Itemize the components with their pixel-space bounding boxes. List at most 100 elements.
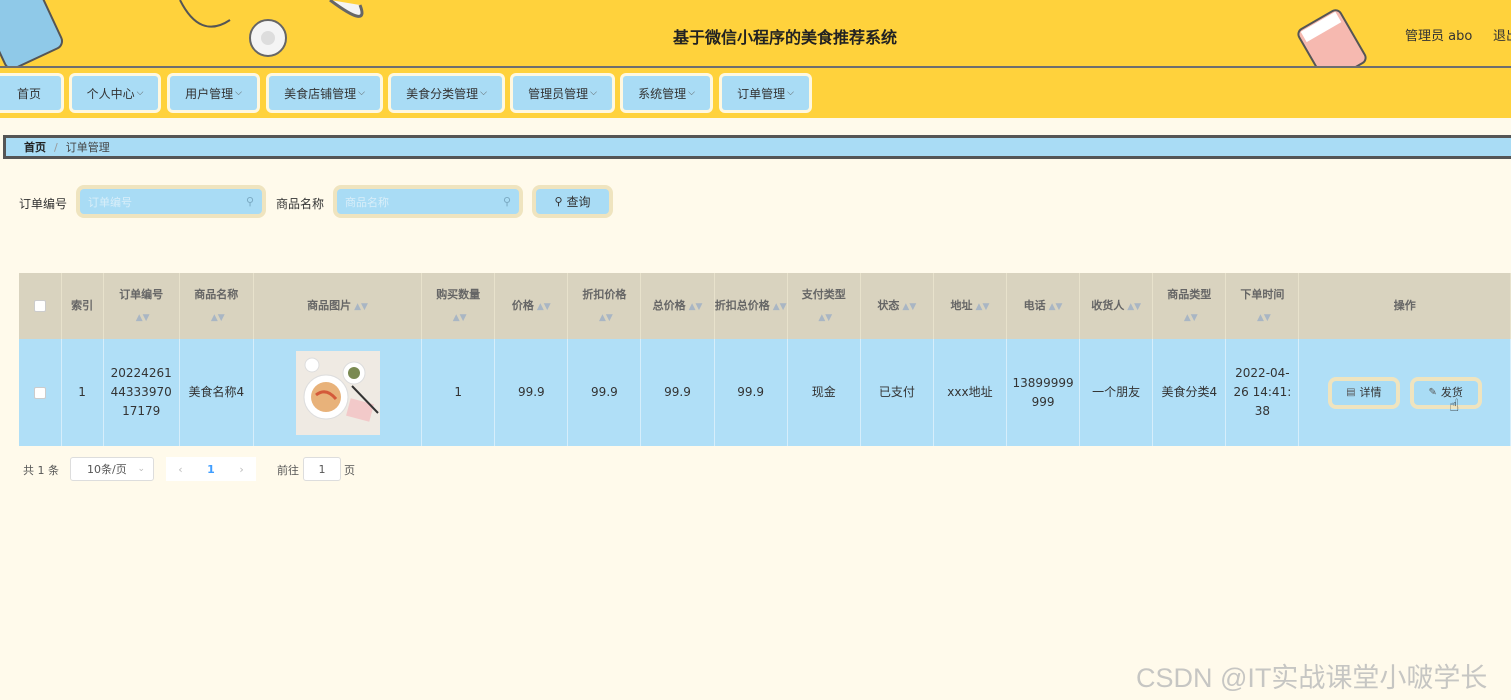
column-header[interactable]: 状态 ▲▼ bbox=[860, 273, 934, 339]
ship-button[interactable]: ✎ 发货 bbox=[1409, 376, 1482, 409]
column-header[interactable]: 价格 ▲▼ bbox=[494, 273, 569, 339]
nav-item-personal-center[interactable]: 个人中心 ⌵ bbox=[69, 73, 161, 113]
edit-icon: ✎ bbox=[1428, 387, 1437, 398]
cell-status: 已支付 bbox=[860, 339, 934, 446]
product-name-placeholder: 商品名称 bbox=[345, 195, 389, 209]
sort-icon[interactable]: ▲▼ bbox=[211, 313, 225, 323]
column-header[interactable]: 索引 bbox=[61, 273, 104, 339]
column-header[interactable]: 商品类型 ▲▼ bbox=[1152, 273, 1227, 339]
cell-order-time: 2022-04- 26 14:41: 38 bbox=[1225, 339, 1300, 446]
page-size-select[interactable]: 10条/页 ⌄ bbox=[70, 457, 154, 481]
search-icon: ⚲ bbox=[502, 195, 511, 208]
next-page-icon[interactable]: › bbox=[239, 463, 243, 476]
nav-item-shop-management[interactable]: 美食店铺管理 ⌵ bbox=[266, 73, 383, 113]
cell-product-image bbox=[253, 339, 423, 446]
nav-item-home[interactable]: 首页 bbox=[0, 73, 64, 113]
top-nav: 首页 个人中心 ⌵ 用户管理 ⌵ 美食店铺管理 ⌵ 美食分类管理 ⌵ 管理员管理 ⌵ 系统… bbox=[0, 68, 1511, 118]
sort-icon[interactable]: ▲▼ bbox=[1127, 302, 1141, 312]
logout-link[interactable]: 退出 bbox=[1493, 25, 1511, 44]
column-header[interactable]: 订单编号 ▲▼ bbox=[103, 273, 180, 339]
column-header[interactable]: 折扣价格 ▲▼ bbox=[567, 273, 642, 339]
nav-item-label: 首页 bbox=[16, 86, 41, 101]
cell-actions: ▤ 详情 ✎ 发货 bbox=[1298, 339, 1511, 446]
order-no-placeholder: 订单编号 bbox=[88, 195, 132, 209]
goto-label: 前往 bbox=[277, 464, 299, 477]
table-header-row: 索引 订单编号 ▲▼ 商品名称 ▲▼ 商品图片 ▲▼ 购买数量 ▲▼ 价格 ▲▼ 折扣价格… bbox=[19, 273, 1511, 339]
order-no-input[interactable]: 订单编号 ⚲ bbox=[76, 185, 266, 218]
chevron-down-icon: ⌵ bbox=[358, 88, 365, 98]
sort-icon[interactable]: ▲▼ bbox=[1257, 313, 1271, 323]
column-header: 操作 bbox=[1298, 273, 1511, 339]
nav-item-admin-management[interactable]: 管理员管理 ⌵ bbox=[510, 73, 615, 113]
nav-item-system-management[interactable]: 系统管理 ⌵ bbox=[620, 73, 713, 113]
document-icon: ▤ bbox=[1346, 387, 1356, 398]
column-header[interactable]: 总价格 ▲▼ bbox=[640, 273, 715, 339]
query-button[interactable]: ⚲ 查询 bbox=[532, 185, 613, 218]
sort-icon[interactable]: ▲▼ bbox=[136, 313, 150, 323]
column-header[interactable]: 折扣总价格 ▲▼ bbox=[714, 273, 788, 339]
page-number[interactable]: 1 bbox=[207, 463, 215, 476]
row-checkbox[interactable] bbox=[33, 386, 46, 399]
cell-pay-type: 现金 bbox=[787, 339, 861, 446]
chevron-down-icon: ⌄ bbox=[137, 464, 145, 474]
app-title: 基于微信小程序的美食推荐系统 bbox=[672, 28, 897, 47]
search-icon: ⚲ bbox=[245, 195, 254, 208]
product-name-label: 商品名称 bbox=[276, 197, 325, 211]
detail-button[interactable]: ▤ 详情 bbox=[1327, 376, 1400, 409]
column-header[interactable]: 商品图片 ▲▼ bbox=[253, 273, 423, 339]
column-header[interactable]: 商品名称 ▲▼ bbox=[179, 273, 254, 339]
sort-icon[interactable]: ▲▼ bbox=[537, 302, 551, 312]
select-all-checkbox[interactable] bbox=[33, 300, 46, 312]
column-header[interactable]: 地址 ▲▼ bbox=[933, 273, 1008, 339]
header: 基于微信小程序的美食推荐系统 管理员 abo 退出 bbox=[0, 0, 1511, 68]
column-header[interactable]: 电话 ▲▼ bbox=[1006, 273, 1081, 339]
sort-icon[interactable]: ▲▼ bbox=[902, 302, 916, 312]
query-button-label: 查询 bbox=[566, 195, 591, 209]
cell-quantity: 1 bbox=[421, 339, 496, 446]
product-name-input[interactable]: 商品名称 ⚲ bbox=[333, 185, 523, 218]
breadcrumb: 首页 / 订单管理 bbox=[3, 135, 1511, 159]
column-header[interactable]: 下单时间 ▲▼ bbox=[1225, 273, 1300, 339]
sort-icon[interactable]: ▲▼ bbox=[1184, 313, 1198, 323]
breadcrumb-separator: / bbox=[54, 140, 58, 154]
nav-item-label: 管理员管理 bbox=[528, 86, 589, 101]
chevron-down-icon: ⌵ bbox=[688, 88, 695, 98]
food-image[interactable] bbox=[295, 350, 380, 435]
breadcrumb-home[interactable]: 首页 bbox=[24, 139, 46, 155]
nav-item-category-management[interactable]: 美食分类管理 ⌵ bbox=[388, 73, 505, 113]
watermark: CSDN @IT实战课堂小啵学长 bbox=[1136, 663, 1488, 693]
row-select-cell bbox=[19, 339, 62, 446]
search-icon: ⚲ bbox=[554, 195, 563, 208]
prev-page-icon[interactable]: ‹ bbox=[178, 463, 182, 476]
column-header[interactable]: 支付类型 ▲▼ bbox=[787, 273, 861, 339]
cell-address: xxx地址 bbox=[933, 339, 1008, 446]
sort-icon[interactable]: ▲▼ bbox=[689, 302, 703, 312]
sort-icon[interactable]: ▲▼ bbox=[976, 302, 990, 312]
hand-cursor-icon: ☝ bbox=[1449, 396, 1460, 416]
chevron-down-icon: ⌵ bbox=[787, 88, 794, 98]
order-no-label: 订单编号 bbox=[19, 197, 68, 211]
sort-icon[interactable]: ▲▼ bbox=[599, 313, 613, 323]
chevron-down-icon: ⌵ bbox=[136, 88, 144, 98]
nav-item-label: 美食分类管理 bbox=[406, 86, 479, 101]
cell-discount-price: 99.9 bbox=[567, 339, 642, 446]
nav-item-order-management[interactable]: 订单管理 ⌵ bbox=[719, 73, 812, 113]
page-list: ‹ 1 › bbox=[166, 457, 256, 481]
column-header[interactable]: 购买数量 ▲▼ bbox=[421, 273, 496, 339]
sort-icon[interactable]: ▲▼ bbox=[818, 313, 832, 323]
nav-item-label: 系统管理 bbox=[638, 86, 687, 101]
cell-phone: 13899999 999 bbox=[1006, 339, 1081, 446]
cell-product-name: 美食名称4 bbox=[179, 339, 254, 446]
column-header[interactable]: 收货人 ▲▼ bbox=[1079, 273, 1154, 339]
select-all-header bbox=[19, 273, 62, 339]
sort-icon[interactable]: ▲▼ bbox=[1049, 302, 1063, 312]
cell-total-price: 99.9 bbox=[640, 339, 715, 446]
cell-receiver: 一个朋友 bbox=[1079, 339, 1154, 446]
sort-icon[interactable]: ▲▼ bbox=[773, 302, 787, 312]
sort-icon[interactable]: ▲▼ bbox=[453, 313, 467, 323]
nav-item-user-management[interactable]: 用户管理 ⌵ bbox=[167, 73, 260, 113]
goto-page-input[interactable]: 1 bbox=[303, 457, 341, 481]
sort-icon[interactable]: ▲▼ bbox=[354, 302, 368, 312]
page-word: 页 bbox=[344, 464, 355, 477]
cell-order-no: 20224261 44333970 17179 bbox=[103, 339, 180, 446]
